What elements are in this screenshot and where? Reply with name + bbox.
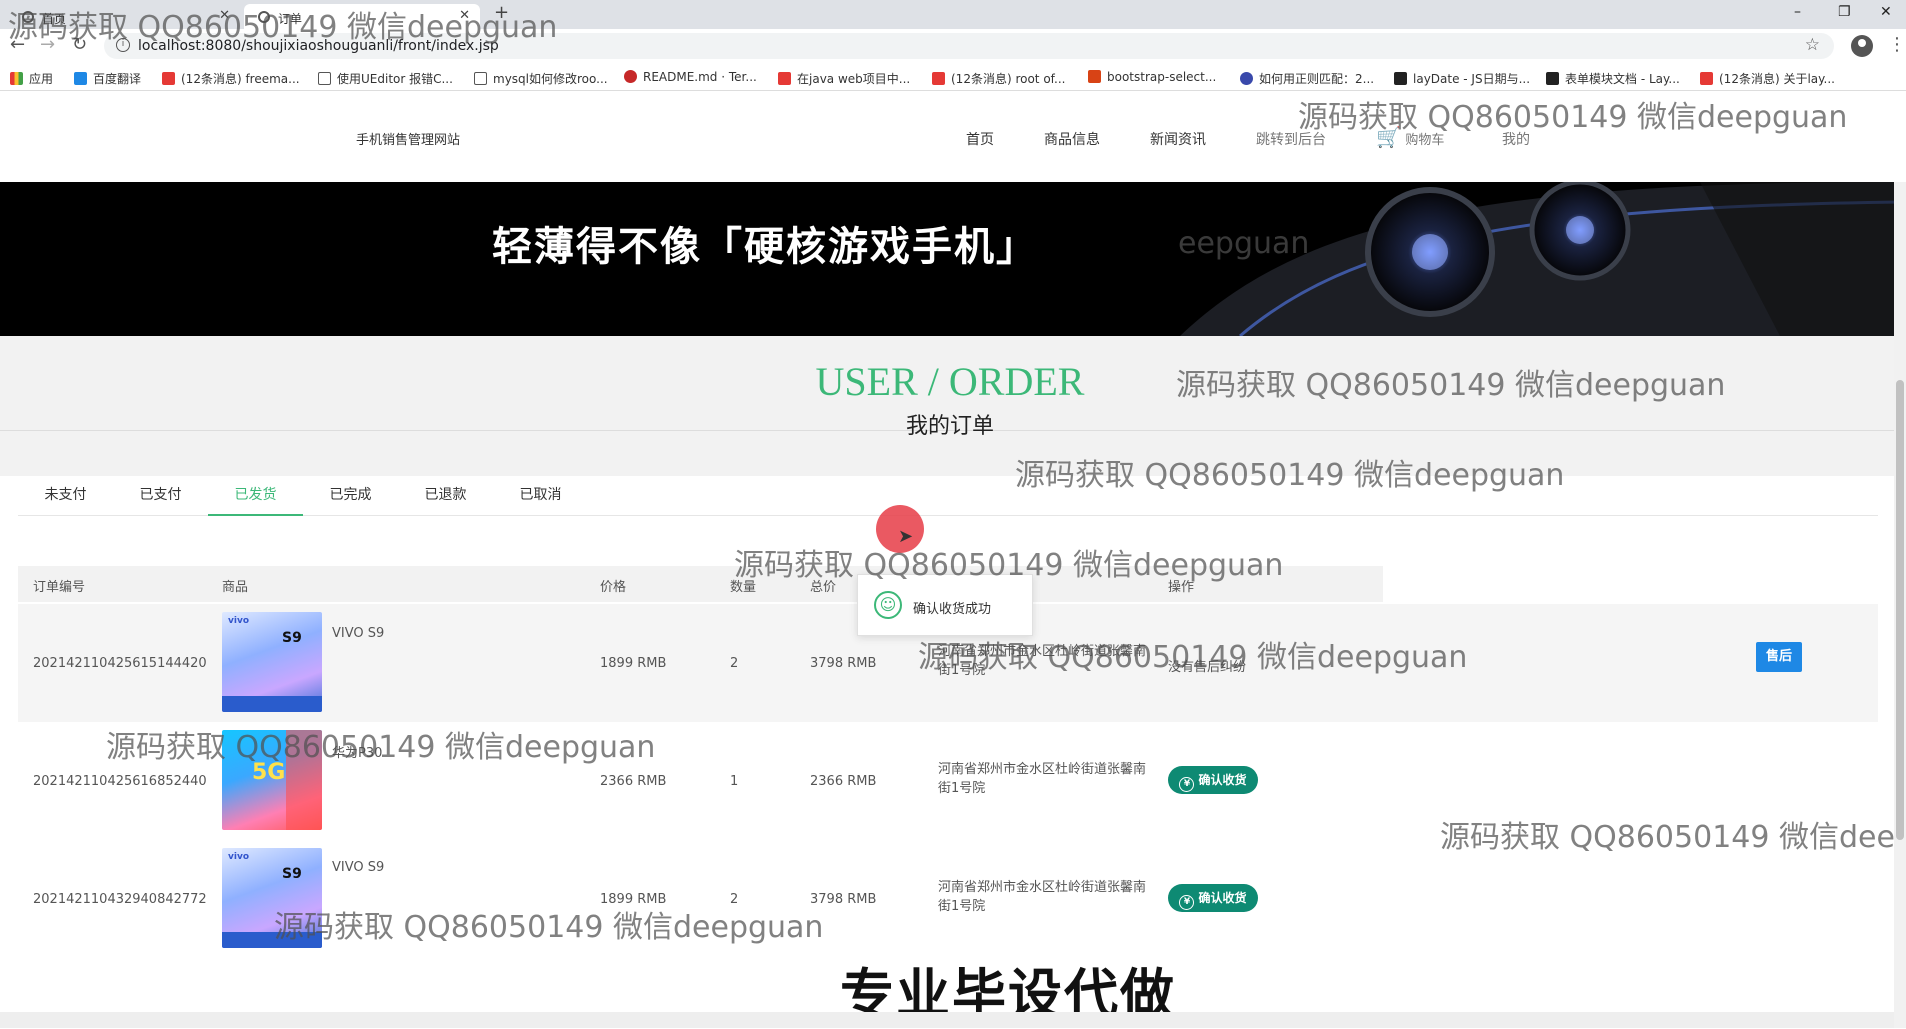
- order-number: 20214211042561685244​0: [33, 774, 207, 789]
- bookmark-item[interactable]: mysql如何修改roo...: [474, 70, 608, 87]
- tab-shipped[interactable]: 已发货: [208, 476, 303, 516]
- bookmark-item[interactable]: README.md · Ter...: [624, 70, 757, 84]
- tab-completed[interactable]: 已完成: [303, 476, 398, 516]
- section-header: USER / ORDER 我的订单: [0, 336, 1900, 476]
- header-product: 商品: [222, 580, 249, 595]
- bookmark-item[interactable]: bootstrap-select...: [1088, 70, 1216, 84]
- nav-news[interactable]: 新闻资讯: [1150, 129, 1206, 149]
- bookmark-item[interactable]: 使用UEditor 报错C...: [318, 70, 453, 87]
- product-name[interactable]: VIVO S9: [332, 626, 384, 641]
- order-number: 20214211043294084277​2: [33, 892, 207, 907]
- order-status-tabs: 未支付 已支付 已发货 已完成 已退款 已取消: [18, 476, 1878, 516]
- page-icon: [1088, 70, 1101, 83]
- product-image[interactable]: vivo S9: [222, 612, 322, 712]
- toast-message: 确认收货成功: [913, 602, 992, 617]
- hero-banner: 轻薄得不像「硬核游戏手机」 eepguan: [0, 182, 1900, 336]
- bookmark-item[interactable]: (12条消息) freema...: [162, 70, 300, 87]
- minimize-icon[interactable]: –: [1794, 4, 1801, 20]
- menu-kebab-icon[interactable]: ⋮: [1888, 34, 1906, 55]
- total-price: 3798 RMB: [810, 656, 877, 671]
- watermark: 源码获取 QQ86050149 微信deepguan: [106, 730, 656, 765]
- csdn-icon: [162, 72, 175, 85]
- page-bottom-strip: [0, 1012, 1894, 1028]
- layui-icon: [1546, 72, 1559, 85]
- section-subtitle: 我的订单: [905, 414, 994, 439]
- tab-cancelled[interactable]: 已取消: [493, 476, 588, 516]
- order-number: 20214211042561514442​0: [33, 656, 207, 671]
- watermark-fragment: eepguan: [1178, 226, 1310, 261]
- csdn-icon: [1700, 72, 1713, 85]
- page-icon: [318, 72, 331, 85]
- profile-avatar-icon[interactable]: [1851, 35, 1873, 57]
- watermark: 源码获取 QQ86050149 微信deep: [1440, 820, 1906, 855]
- restore-icon[interactable]: ❐: [1838, 4, 1851, 20]
- tab-refunded[interactable]: 已退款: [398, 476, 493, 516]
- yen-icon: ¥: [1179, 777, 1195, 792]
- layui-icon: [1394, 72, 1407, 85]
- bookmark-star-icon[interactable]: ☆: [1805, 35, 1820, 55]
- csdn-icon: [932, 72, 945, 85]
- watermark: 源码获取 QQ86050149 微信deepguan: [918, 640, 1468, 675]
- nav-home[interactable]: 首页: [966, 129, 994, 149]
- confirm-receipt-button[interactable]: ¥ 确认收货: [1168, 884, 1258, 912]
- banner-headline: 轻薄得不像「硬核游戏手机」: [492, 224, 1038, 270]
- tab-unpaid[interactable]: 未支付: [18, 476, 113, 516]
- address: 河南省郑州市金水区杜岭街道张馨南街1号院: [938, 762, 1147, 796]
- after-sale-button[interactable]: 售后: [1756, 642, 1802, 672]
- bookmark-item[interactable]: layDate - JS日期与...: [1394, 70, 1530, 87]
- price: 1899 RMB: [600, 656, 667, 671]
- csdn-icon: [778, 72, 791, 85]
- confirm-receipt-button[interactable]: ¥ 确认收货: [1168, 766, 1258, 794]
- watermark: 源码获取 QQ86050149 微信deepguan: [1015, 458, 1565, 493]
- quantity: 1: [730, 774, 739, 789]
- bookmark-item[interactable]: 百度翻译: [74, 70, 141, 87]
- total-price: 2366 RMB: [810, 774, 877, 789]
- translate-icon: [74, 72, 87, 85]
- bookmark-item[interactable]: 如何用正则匹配：2...: [1240, 70, 1374, 87]
- product-name[interactable]: VIVO S9: [332, 860, 384, 875]
- watermark: 源码获取 QQ86050149 微信deepguan: [8, 10, 558, 45]
- apps-grid-icon: [10, 72, 23, 85]
- gitee-icon: [624, 70, 637, 83]
- bookmarks-bar: 应用 百度翻译 (12条消息) freema... 使用UEditor 报错C.…: [0, 63, 1906, 91]
- price: 2366 RMB: [600, 774, 667, 789]
- watermark: 源码获取 QQ86050149 微信deepguan: [1298, 100, 1848, 135]
- bookmark-item[interactable]: 在java web项目中...: [778, 70, 910, 87]
- window-close-icon[interactable]: ✕: [1880, 4, 1892, 20]
- tab-paid[interactable]: 已支付: [113, 476, 208, 516]
- bookmark-item[interactable]: 表单模块文档 - Lay...: [1546, 70, 1680, 87]
- bookmark-item[interactable]: (12条消息) root of...: [932, 70, 1065, 87]
- nav-products[interactable]: 商品信息: [1044, 129, 1100, 149]
- watermark: 源码获取 QQ86050149 微信deepguan: [274, 910, 824, 945]
- yen-icon: ¥: [1179, 895, 1195, 910]
- site-title[interactable]: 手机销售管理网站: [356, 129, 460, 148]
- address: 河南省郑州市金水区杜岭街道张馨南街1号院: [938, 880, 1147, 914]
- page-icon: [1240, 72, 1253, 85]
- bookmark-apps[interactable]: 应用: [10, 70, 53, 87]
- page-icon: [474, 72, 487, 85]
- quantity: 2: [730, 656, 739, 671]
- header-order-no: 订单编号: [33, 580, 86, 595]
- watermark: 源码获取 QQ86050149 微信deepguan: [734, 548, 1284, 583]
- scrollbar-thumb[interactable]: [1896, 380, 1904, 840]
- smile-icon: ☺: [874, 591, 902, 619]
- watermark: 源码获取 QQ86050149 微信deepguan: [1176, 368, 1726, 403]
- header-price: 价格: [600, 580, 627, 595]
- bookmark-item[interactable]: (12条消息) 关于lay...: [1700, 70, 1835, 87]
